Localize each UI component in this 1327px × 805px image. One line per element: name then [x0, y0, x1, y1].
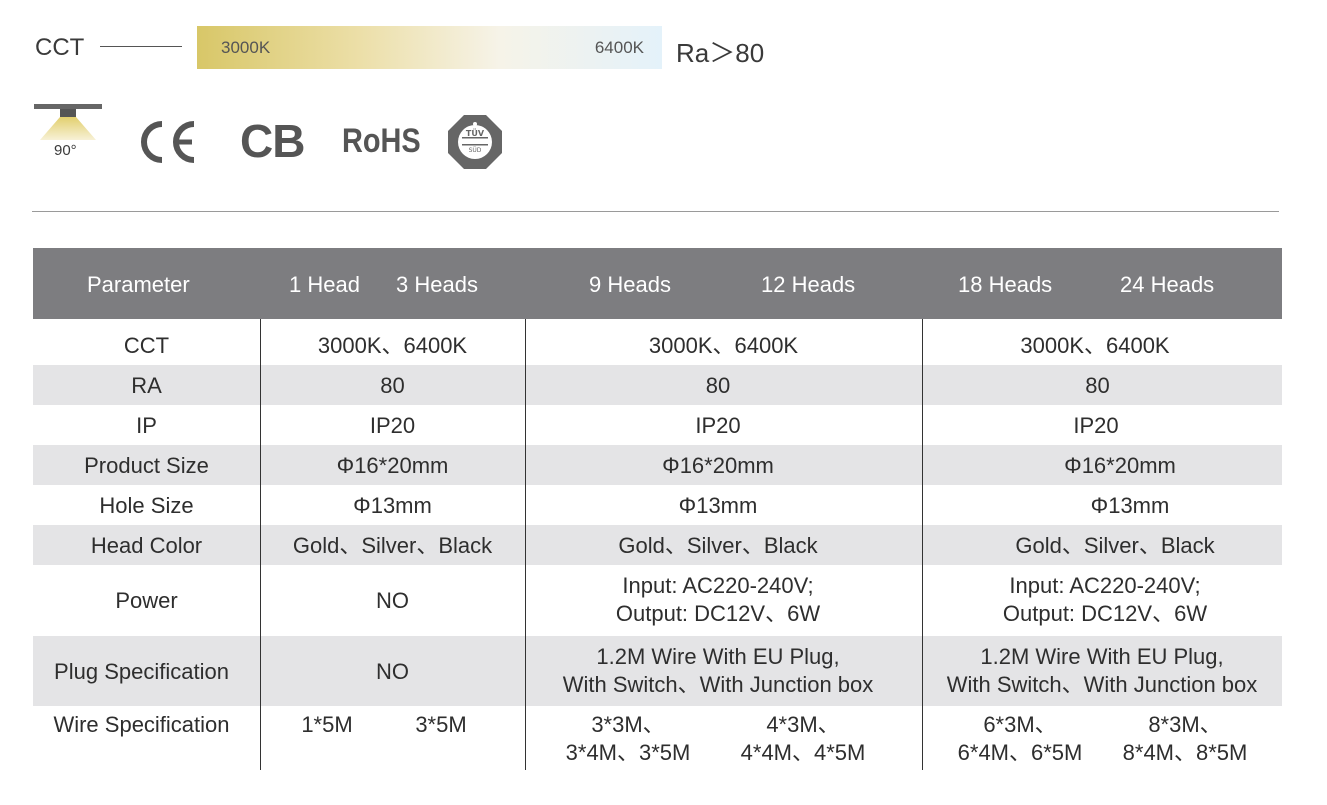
cell-group1: NO — [376, 588, 409, 613]
table-row-product-size: Product Size Φ16*20mm Φ16*20mm Φ16*20mm — [33, 445, 1282, 485]
tuv-sub-text: SÜD — [469, 147, 482, 154]
tuv-sud-mark-icon: TÜV SÜD — [448, 115, 502, 169]
cb-mark-icon: CB — [240, 115, 305, 167]
cell-group2-line1: 1.2M Wire With EU Plug, — [596, 644, 840, 669]
cell-group1: Φ13mm — [353, 493, 432, 518]
cell-group3: 3000K、6400K — [1020, 333, 1170, 358]
section-divider — [32, 211, 1279, 212]
cell-18-heads-line1: 6*3M、 — [983, 712, 1057, 737]
cell-group3-line2: Output: DC12V、6W — [1002, 601, 1208, 626]
cct-min-label: 3000K — [221, 38, 271, 57]
cell-group2: Φ13mm — [678, 493, 758, 518]
table-row-plug: Plug Specification NO 1.2M Wire With EU … — [33, 636, 1282, 706]
cell-group1: NO — [376, 659, 409, 684]
row-label: Product Size — [84, 453, 209, 478]
table-row-cct: CCT 3000K、6400K 3000K、6400K 3000K、6400K — [33, 325, 1282, 365]
cell-group2: Φ16*20mm — [662, 453, 774, 478]
row-label: IP — [136, 413, 157, 438]
column-divider — [525, 319, 526, 770]
rohs-mark-icon: RoHS — [342, 122, 421, 160]
cell-group2-line2: With Switch、With Junction box — [562, 672, 874, 697]
row-label: CCT — [123, 333, 170, 358]
cell-group2: IP20 — [695, 413, 741, 438]
cell-12-heads-line2: 4*4M、4*5M — [740, 740, 866, 765]
cell-group2: 80 — [705, 373, 731, 398]
row-label: Plug Specification — [54, 659, 229, 684]
cell-group3: Φ13mm — [1090, 493, 1170, 518]
row-label: Hole Size — [99, 493, 194, 518]
cell-group2: Gold、Silver、Black — [618, 533, 818, 558]
cell-1-head: 1*5M — [301, 712, 353, 737]
cell-3-heads: 3*5M — [415, 712, 467, 737]
cell-9-heads-line1: 3*3M、 — [591, 712, 665, 737]
cell-group1: IP20 — [369, 413, 416, 438]
header-24-heads: 24 Heads — [1120, 272, 1215, 297]
cell-9-heads-line2: 3*4M、3*5M — [565, 740, 691, 765]
cell-12-heads-line1: 4*3M、 — [766, 712, 840, 737]
beam-angle-label: 90° — [54, 142, 77, 159]
spec-table: Parameter 1 Head 3 Heads 9 Heads 12 Head… — [33, 248, 1282, 770]
ra-value: Ra＞80 — [676, 38, 765, 68]
table-row-hole-size: Hole Size Φ13mm Φ13mm Φ13mm — [33, 485, 1282, 525]
cell-group2-line2: Output: DC12V、6W — [615, 601, 821, 626]
cell-group3-line1: 1.2M Wire With EU Plug, — [980, 644, 1224, 669]
cell-group3: 80 — [1085, 373, 1110, 398]
ce-mark-icon — [141, 121, 195, 163]
header-9-heads: 9 Heads — [589, 272, 671, 297]
cell-group2-line1: Input: AC220-240V; — [622, 573, 814, 598]
table-header: Parameter 1 Head 3 Heads 9 Heads 12 Head… — [33, 248, 1282, 319]
header-12-heads: 12 Heads — [761, 272, 856, 297]
cell-24-heads-line1: 8*3M、 — [1148, 712, 1222, 737]
row-label: RA — [131, 373, 162, 398]
cell-group1: 80 — [380, 373, 405, 398]
header-parameter: Parameter — [87, 272, 190, 297]
column-divider — [260, 319, 261, 770]
cell-group1: 3000K、6400K — [317, 333, 468, 358]
table-row-ra: RA 80 80 80 — [33, 365, 1282, 405]
cell-group3: Φ16*20mm — [1064, 453, 1176, 478]
cell-24-heads-line2: 8*4M、8*5M — [1122, 740, 1248, 765]
cell-group3: Gold、Silver、Black — [1015, 533, 1215, 558]
cell-group3: IP20 — [1073, 413, 1119, 438]
tuv-text: TÜV — [466, 128, 485, 138]
row-label: Wire Specification — [53, 712, 230, 737]
cell-group1: Gold、Silver、Black — [292, 533, 493, 558]
cct-max-label: 6400K — [594, 38, 644, 57]
row-label: Power — [115, 588, 178, 613]
cell-group2: 3000K、6400K — [648, 333, 799, 358]
cct-gradient-bar: 3000K 6400K — [197, 26, 662, 69]
header-18-heads: 18 Heads — [958, 272, 1053, 297]
table-row-ip: IP IP20 IP20 IP20 — [33, 405, 1282, 445]
column-divider — [922, 319, 923, 770]
cct-connector-line — [100, 46, 182, 47]
table-row-power: Power NO Input: AC220-240V; Output: DC12… — [33, 565, 1282, 636]
header-3-heads: 3 Heads — [396, 272, 478, 297]
header-1-head: 1 Head — [289, 272, 360, 297]
cell-group1: Φ16*20mm — [336, 453, 449, 478]
cct-label: CCT — [35, 34, 85, 61]
cell-18-heads-line2: 6*4M、6*5M — [957, 740, 1083, 765]
cell-group3-line1: Input: AC220-240V; — [1009, 573, 1201, 598]
table-row-wire: Wire Specification 1*5M 3*5M 3*3M、 3*4M、… — [33, 706, 1282, 770]
cell-group3-line2: With Switch、With Junction box — [946, 672, 1258, 697]
table-row-head-color: Head Color Gold、Silver、Black Gold、Silver… — [33, 525, 1282, 565]
row-label: Head Color — [90, 533, 203, 558]
